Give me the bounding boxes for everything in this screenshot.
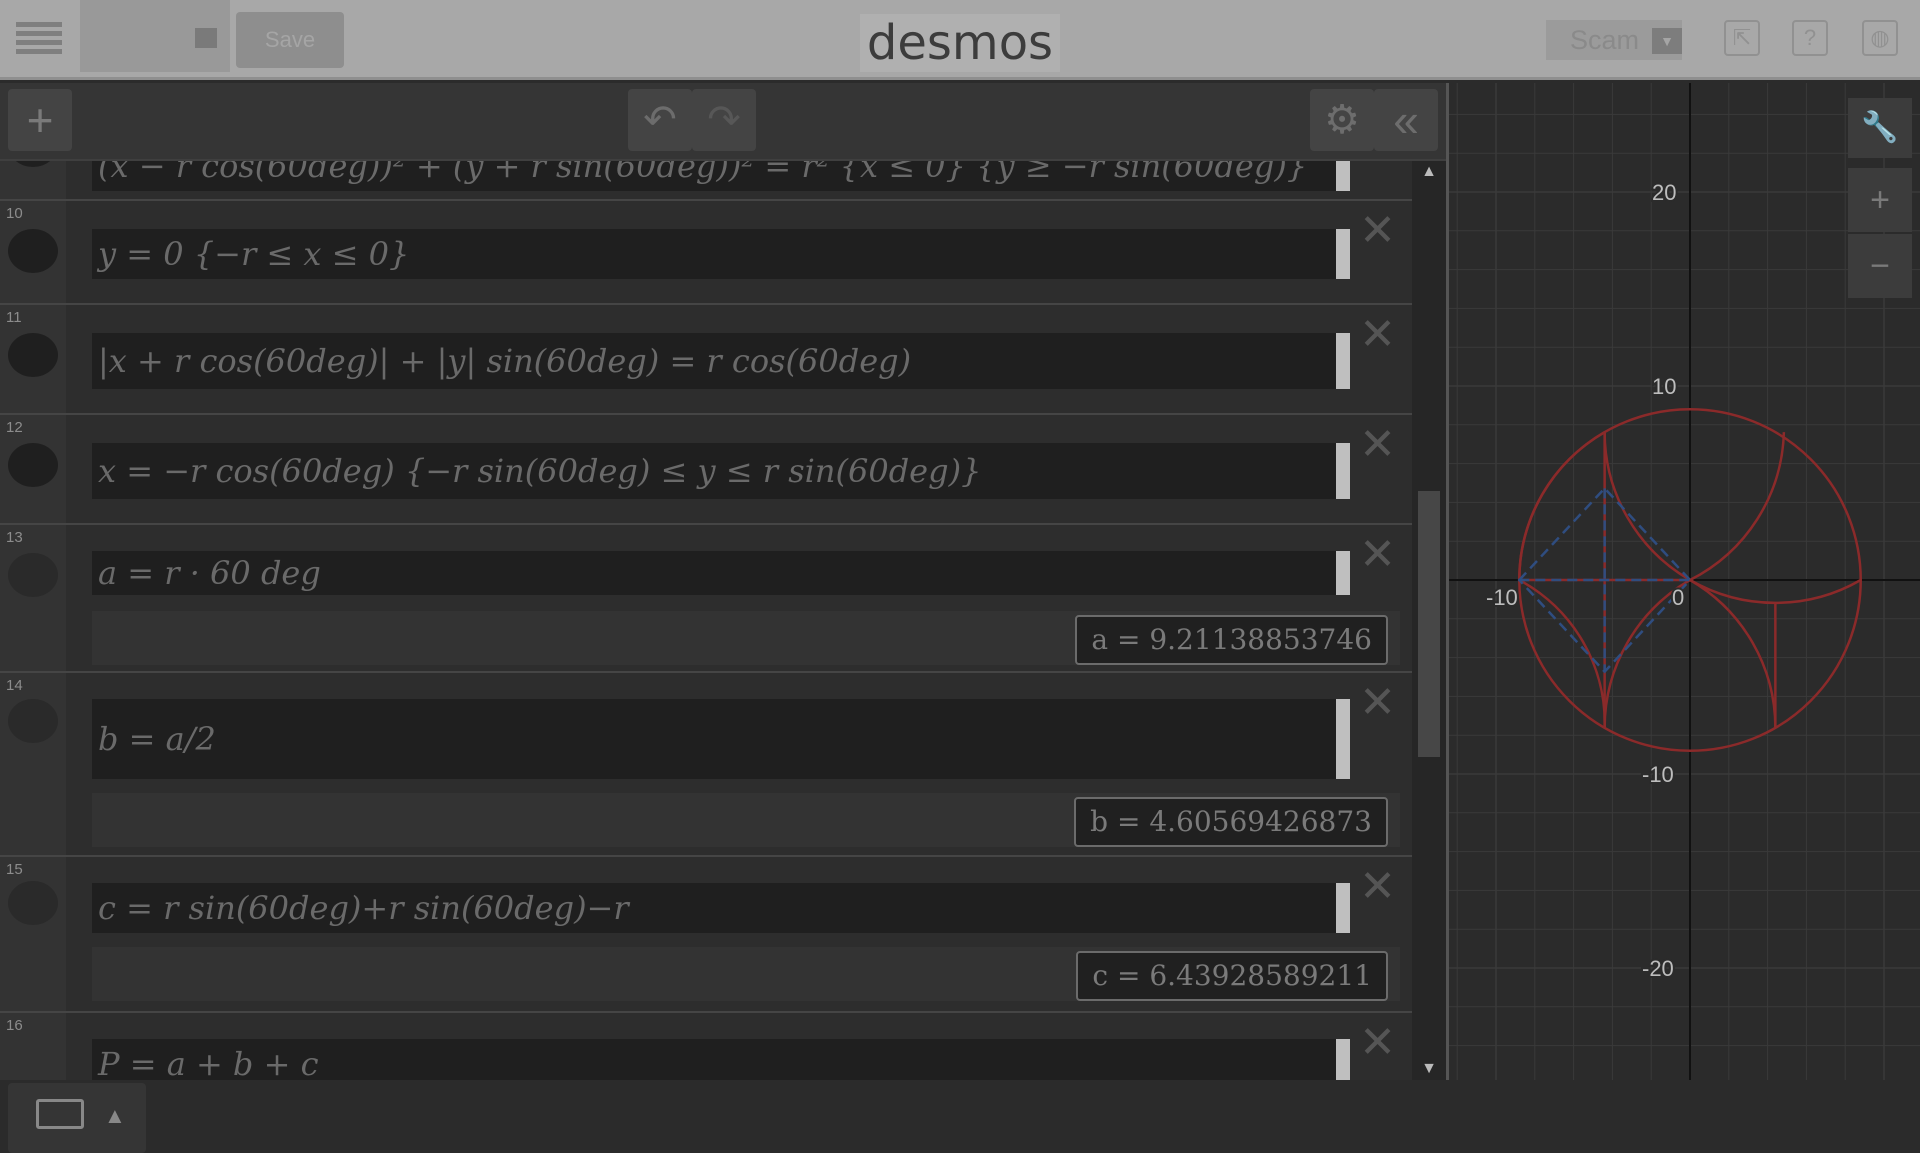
- delete-expression-icon[interactable]: ✕: [1359, 865, 1396, 909]
- graph-style-icon[interactable]: [8, 229, 58, 273]
- expression-input[interactable]: P = a + b + c: [92, 1039, 1350, 1080]
- x-tick-label: 0: [1672, 585, 1684, 610]
- share-icon[interactable]: ⇱: [1724, 20, 1760, 56]
- expression-latex: x = −r cos(60deg) {−r sin(60deg) ≤ y ≤ r…: [98, 452, 982, 490]
- graph-style-icon[interactable]: [8, 333, 58, 377]
- evaluation-row: b = 4.60569426873: [92, 793, 1400, 847]
- expression-row[interactable]: 16 P = a + b + c ✕: [0, 1013, 1412, 1080]
- settings-gear-icon[interactable]: ⚙: [1310, 89, 1374, 151]
- expression-input[interactable]: |x + r cos(60deg)| + |y| sin(60deg) = r …: [92, 333, 1350, 389]
- expression-latex: |x + r cos(60deg)| + |y| sin(60deg) = r …: [98, 342, 912, 380]
- hamburger-icon[interactable]: [16, 18, 62, 62]
- expression-input[interactable]: b = a/2: [92, 699, 1350, 779]
- delete-expression-icon[interactable]: ✕: [1359, 681, 1396, 725]
- expression-input[interactable]: c = r sin(60deg)+r sin(60deg)−r: [92, 883, 1350, 933]
- expression-latex: c = r sin(60deg)+r sin(60deg)−r: [98, 889, 629, 927]
- expression-icon: [8, 881, 58, 925]
- expression-row[interactable]: 10 y = 0 {−r ≤ x ≤ 0} ✕: [0, 201, 1412, 305]
- expression-number: 13: [6, 529, 23, 546]
- desmos-logo: desmos: [860, 14, 1060, 72]
- evaluation-row: c = 6.43928589211: [92, 947, 1400, 1001]
- expression-input[interactable]: x = −r cos(60deg) {−r sin(60deg) ≤ y ≤ r…: [92, 443, 1350, 499]
- arc-curve: [1518, 431, 1606, 581]
- expression-number: 14: [6, 677, 23, 694]
- y-tick-label: -20: [1642, 956, 1674, 981]
- delete-expression-icon[interactable]: ✕: [1359, 533, 1396, 577]
- zoom-in-button[interactable]: +: [1848, 168, 1912, 232]
- arc-curve: [1689, 432, 1786, 582]
- expression-number: 15: [6, 861, 23, 878]
- arc-curve: [1518, 578, 1606, 728]
- undo-button[interactable]: ↶: [628, 89, 692, 151]
- expression-toolbar: + ↶ ↷ ⚙ «: [0, 83, 1446, 161]
- expression-icon: [8, 553, 58, 597]
- zoom-controls: + −: [1848, 168, 1912, 300]
- globe-icon[interactable]: ◍: [1862, 20, 1898, 56]
- caret-up-icon: ▲: [104, 1103, 126, 1128]
- expression-number: 16: [6, 1017, 23, 1034]
- collapse-panel-button[interactable]: «: [1374, 89, 1438, 151]
- delete-expression-icon[interactable]: ✕: [1359, 313, 1396, 357]
- delete-expression-icon[interactable]: ✕: [1359, 209, 1396, 253]
- expression-latex: P = a + b + c: [98, 1045, 319, 1080]
- delete-expression-icon[interactable]: ✕: [1359, 1021, 1396, 1065]
- expression-input[interactable]: a = r · 60 deg: [92, 551, 1350, 595]
- title-dropdown-icon[interactable]: [195, 28, 217, 48]
- keyboard-toggle-button[interactable]: ▲: [8, 1083, 146, 1153]
- expression-row[interactable]: (x − r cos(60deg))² + (y + r sin(60deg))…: [0, 161, 1412, 201]
- expression-input[interactable]: (x − r cos(60deg))² + (y + r sin(60deg))…: [92, 161, 1350, 191]
- expression-number: 10: [6, 205, 23, 222]
- scroll-up-arrow-icon[interactable]: ▲: [1412, 163, 1446, 181]
- y-tick-label: -10: [1642, 762, 1674, 787]
- y-tick-label: 20: [1652, 180, 1676, 205]
- graph-style-icon[interactable]: [8, 443, 58, 487]
- expression-number: 11: [6, 309, 22, 326]
- save-button[interactable]: Save: [236, 12, 344, 68]
- expression-input[interactable]: y = 0 {−r ≤ x ≤ 0}: [92, 229, 1350, 279]
- wrench-icon[interactable]: 🔧: [1848, 98, 1912, 158]
- evaluation-result: b = 4.60569426873: [1074, 797, 1388, 847]
- expression-latex: y = 0 {−r ≤ x ≤ 0}: [98, 235, 410, 273]
- expression-latex: b = a/2: [98, 720, 216, 758]
- scroll-down-arrow-icon[interactable]: ▼: [1412, 1060, 1446, 1078]
- scrollbar-thumb[interactable]: [1418, 491, 1440, 757]
- evaluation-row: a = 9.21138853746: [92, 611, 1400, 665]
- expression-row[interactable]: 14 b = a/2 b = 4.60569426873 ✕: [0, 673, 1412, 857]
- zoom-out-button[interactable]: −: [1848, 234, 1912, 298]
- evaluation-result: c = 6.43928589211: [1076, 951, 1388, 1001]
- evaluation-result: a = 9.21138853746: [1075, 615, 1388, 665]
- expression-list: (x − r cos(60deg))² + (y + r sin(60deg))…: [0, 161, 1412, 1080]
- expression-latex: a = r · 60 deg: [98, 554, 321, 592]
- expression-panel: + ↶ ↷ ⚙ « (x − r cos(60deg))² + (y + r s…: [0, 83, 1446, 1153]
- arc-curve: [1603, 432, 1691, 582]
- expression-latex: (x − r cos(60deg))² + (y + r sin(60deg))…: [98, 161, 1308, 185]
- add-item-button[interactable]: +: [8, 89, 72, 151]
- expression-icon: [8, 699, 58, 743]
- keyboard-icon: [36, 1099, 84, 1129]
- expression-scrollbar[interactable]: ▲ ▼: [1412, 161, 1446, 1080]
- top-header: Save desmos Scam ▼ ⇱ ? ◍: [0, 0, 1920, 80]
- expression-row[interactable]: 12 x = −r cos(60deg) {−r sin(60deg) ≤ y …: [0, 415, 1412, 525]
- expression-row[interactable]: 11 |x + r cos(60deg)| + |y| sin(60deg) =…: [0, 305, 1412, 415]
- help-icon[interactable]: ?: [1792, 20, 1828, 56]
- expression-number: 12: [6, 419, 23, 436]
- user-menu-chevron-icon[interactable]: ▼: [1652, 28, 1682, 54]
- x-tick-label: -10: [1486, 585, 1518, 610]
- redo-button[interactable]: ↷: [692, 89, 756, 151]
- expression-row[interactable]: 13 a = r · 60 deg a = 9.21138853746 ✕: [0, 525, 1412, 673]
- expression-row[interactable]: 15 c = r sin(60deg)+r sin(60deg)−r c = 6…: [0, 857, 1412, 1013]
- expression-gutter: [0, 525, 66, 671]
- y-tick-label: 10: [1652, 374, 1676, 399]
- delete-expression-icon[interactable]: ✕: [1359, 423, 1396, 467]
